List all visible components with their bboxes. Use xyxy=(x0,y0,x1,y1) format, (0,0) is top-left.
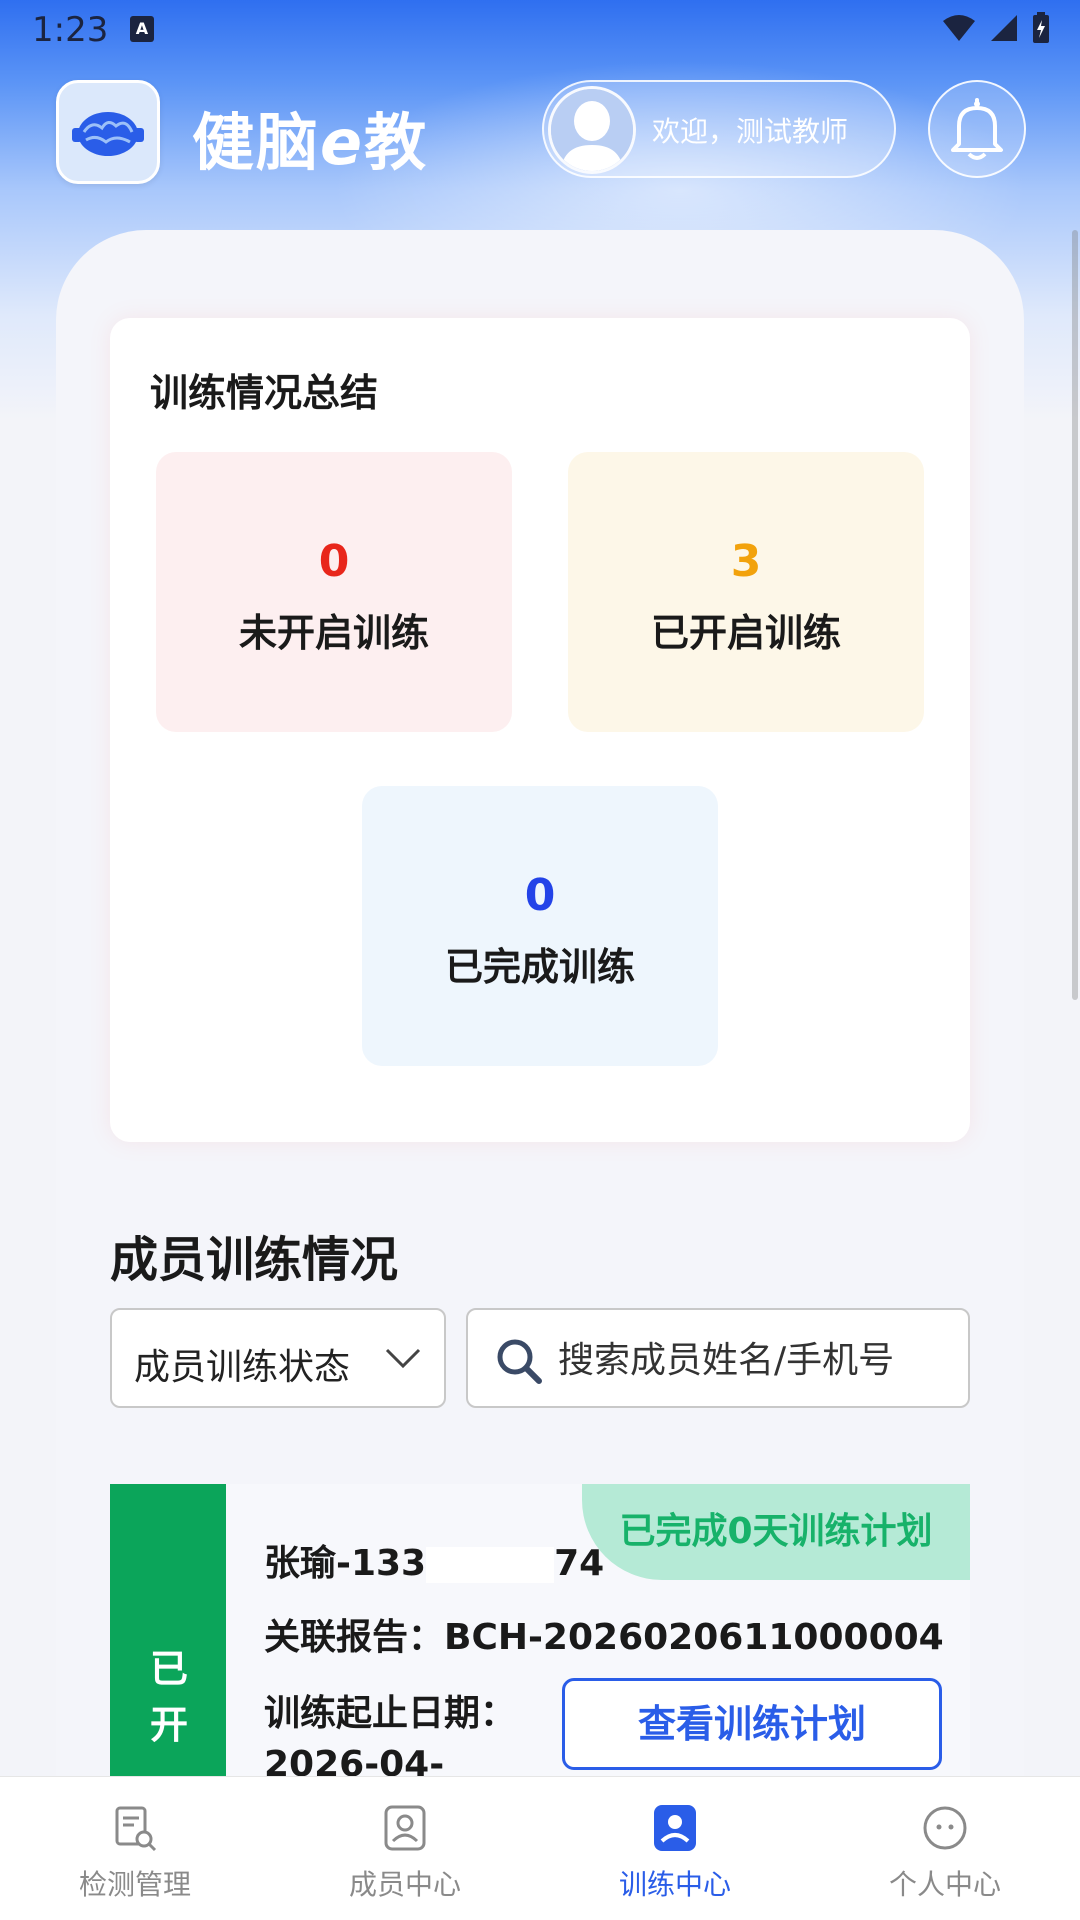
stat-value: 3 xyxy=(730,536,762,587)
avatar xyxy=(548,86,636,174)
member-status-char: 已 xyxy=(150,1647,189,1691)
app-title: 健脑e教 xyxy=(192,92,428,182)
stat-not-started[interactable]: 0 未开启训练 xyxy=(156,452,512,732)
member-status-char: 开 xyxy=(150,1703,189,1747)
status-time: 1:23 xyxy=(32,10,109,50)
members-section-title: 成员训练情况 xyxy=(110,1232,399,1288)
member-date-value: 2026-04- xyxy=(264,1744,445,1780)
report-search-icon xyxy=(115,1806,157,1852)
bottom-nav: 检测管理 成员中心 训练中心 个人中心 xyxy=(0,1776,1080,1920)
battery-icon xyxy=(1033,12,1049,43)
brain-icon xyxy=(72,112,144,156)
nav-label: 检测管理 xyxy=(78,1868,191,1901)
member-date-label: 训练起止日期： xyxy=(264,1693,517,1734)
status-icons xyxy=(942,12,1050,44)
nav-item-members[interactable]: 成员中心 xyxy=(270,1777,540,1920)
search-icon xyxy=(497,1339,542,1384)
app-title-part-b: 教 xyxy=(364,106,429,179)
nav-item-training[interactable]: 训练中心 xyxy=(540,1777,810,1920)
select-label: 成员训练状态 xyxy=(134,1347,351,1388)
status-bar: 1:23 A xyxy=(0,0,1080,60)
app-logo xyxy=(56,80,160,184)
user-welcome-pill[interactable]: 欢迎，测试教师 xyxy=(542,80,896,178)
summary-title: 训练情况总结 xyxy=(150,371,379,415)
member-name: 张瑜-133 74 xyxy=(264,1534,604,1586)
view-training-plan-button[interactable]: 查看训练计划 xyxy=(562,1678,942,1770)
training-summary-card: 训练情况总结 0 未开启训练 3 已开启训练 0 已完成训练 xyxy=(110,318,970,1142)
app-title-part-e: e xyxy=(320,106,365,179)
stat-label: 未开启训练 xyxy=(238,611,429,655)
nav-label: 训练中心 xyxy=(618,1868,731,1901)
stat-label: 已完成训练 xyxy=(444,945,635,989)
wifi-icon xyxy=(943,15,975,41)
member-search-box[interactable] xyxy=(466,1308,970,1408)
member-badge-icon xyxy=(384,1805,426,1851)
face-circle-icon xyxy=(923,1806,967,1850)
notification-button[interactable] xyxy=(928,80,1026,178)
search-input[interactable] xyxy=(558,1330,958,1390)
nav-item-profile[interactable]: 个人中心 xyxy=(810,1777,1080,1920)
redaction-mask xyxy=(426,1547,555,1583)
member-report: 关联报告：BCH-2026020611000004 xyxy=(264,1617,944,1658)
app-title-part-a: 健脑 xyxy=(192,106,321,179)
stat-value: 0 xyxy=(318,536,350,587)
nav-item-detection[interactable]: 检测管理 xyxy=(0,1777,270,1920)
notification-app-icon: A xyxy=(130,16,154,42)
welcome-text: 欢迎，测试教师 xyxy=(652,115,849,148)
nav-label: 成员中心 xyxy=(348,1868,461,1901)
chevron-down-icon xyxy=(385,1348,421,1369)
bell-icon xyxy=(951,98,1003,160)
nav-label: 个人中心 xyxy=(888,1868,1001,1901)
member-progress-badge: 已完成0天训练计划 xyxy=(582,1484,970,1580)
training-user-icon xyxy=(654,1805,696,1851)
scrollbar[interactable] xyxy=(1072,230,1078,1000)
stat-label: 已开启训练 xyxy=(650,611,841,655)
member-status-bar: 已 开 xyxy=(110,1484,226,1780)
stat-completed[interactable]: 0 已完成训练 xyxy=(362,786,718,1066)
user-avatar-icon xyxy=(551,89,633,171)
member-name-suffix: 74 xyxy=(554,1543,605,1584)
member-name-prefix: 张瑜-133 xyxy=(264,1543,427,1584)
signal-icon xyxy=(991,15,1017,41)
stat-value: 0 xyxy=(524,870,556,921)
member-row[interactable]: 已 开 已完成0天训练计划 张瑜-133 74 关联报告：BCH-20260206… xyxy=(110,1484,970,1780)
training-status-select[interactable]: 成员训练状态 xyxy=(110,1308,446,1408)
stat-started[interactable]: 3 已开启训练 xyxy=(568,452,924,732)
